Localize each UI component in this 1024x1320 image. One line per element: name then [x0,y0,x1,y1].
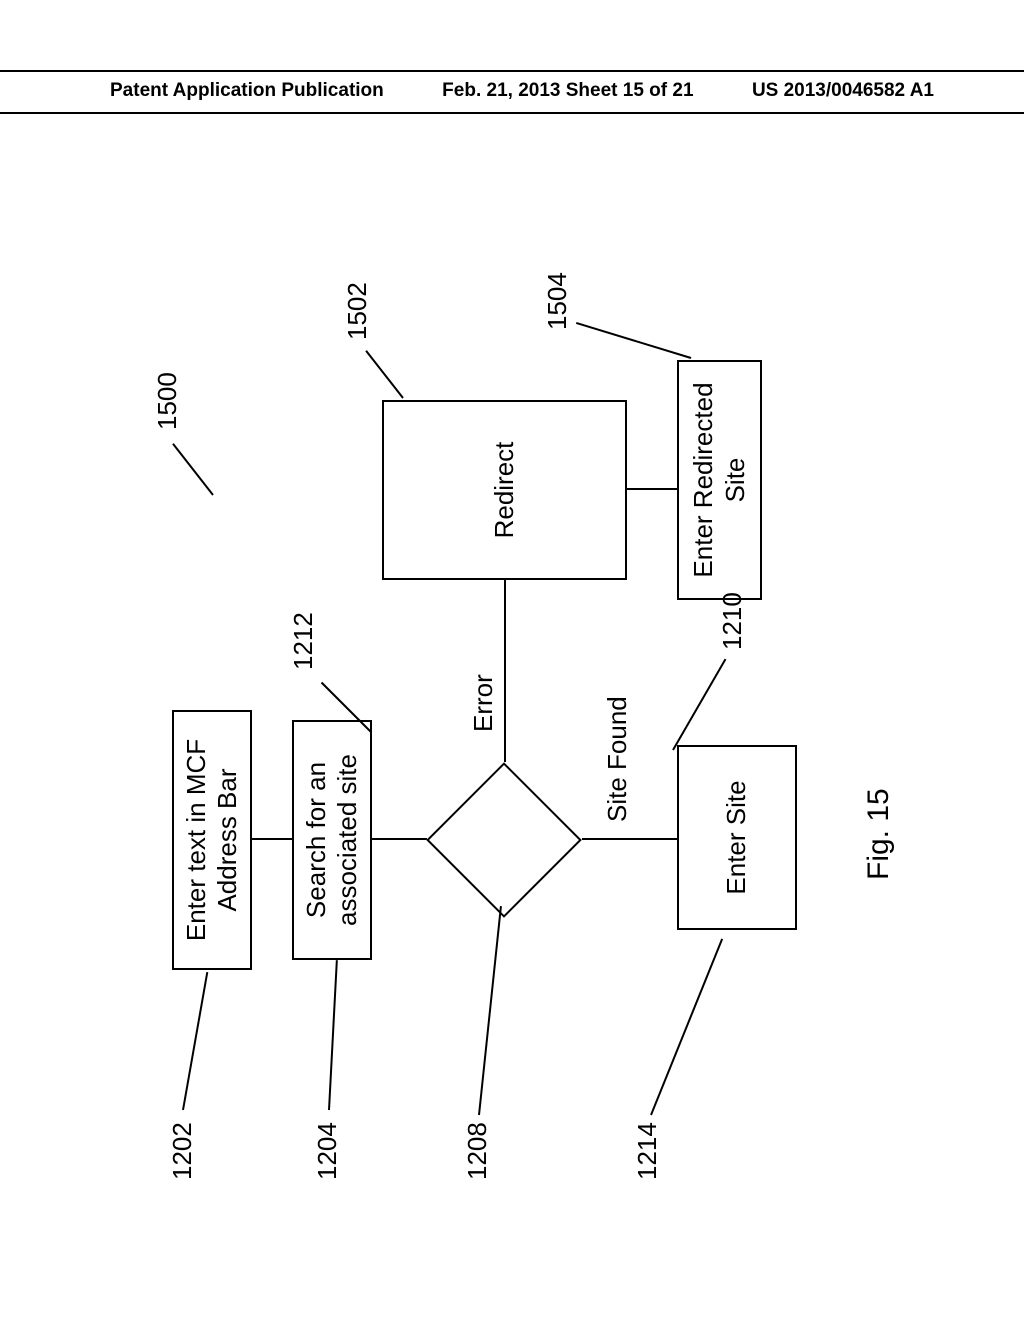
node-search-label: Search for an associated site [301,754,363,926]
figure-canvas: 1500 Enter text in MCF Address Bar 1202 … [112,200,912,1210]
ref-1208: 1208 [462,1122,493,1180]
leader-1504 [576,322,691,359]
node-redirect: Redirect [382,400,627,580]
page-header-row: Patent Application Publication Feb. 21, … [0,72,1024,112]
conn-redirect-down [627,488,677,490]
ref-1500: 1500 [152,372,183,430]
leader-1500 [172,443,214,495]
header-center: Feb. 21, 2013 Sheet 15 of 21 [442,80,693,102]
ref-1504: 1504 [542,272,573,330]
page: Patent Application Publication Feb. 21, … [0,0,1024,1320]
node-enter-redirected: Enter Redirected Site [677,360,762,600]
leader-1502 [365,350,404,399]
conn-a-b [252,838,292,840]
node-redirect-label: Redirect [489,442,520,539]
ref-1214: 1214 [632,1122,663,1180]
ref-1204: 1204 [312,1122,343,1180]
node-enter-redirected-label: Enter Redirected Site [688,382,750,577]
ref-1202: 1202 [167,1122,198,1180]
leader-1202 [182,972,208,1110]
edge-error-label: Error [468,674,499,732]
node-enter-site: Enter Site [677,745,797,930]
page-header: Patent Application Publication Feb. 21, … [0,70,1024,114]
ref-1210: 1210 [717,592,748,650]
leader-1204 [328,960,338,1110]
leader-1208 [478,906,502,1115]
conn-b-c [372,838,427,840]
edge-sitefound-label: Site Found [602,696,633,822]
node-enter-text-label: Enter text in MCF Address Bar [181,739,243,941]
conn-sitefound [582,838,677,840]
conn-error [504,580,506,762]
header-right: US 2013/0046582 A1 [752,80,934,102]
figure-wrap: 1500 Enter text in MCF Address Bar 1202 … [112,200,912,1210]
header-rule [0,112,1024,114]
node-decision [426,762,582,918]
node-enter-site-label: Enter Site [721,780,752,894]
ref-1212: 1212 [288,612,319,670]
figure-caption: Fig. 15 [862,788,896,880]
ref-1502: 1502 [342,282,373,340]
node-search: Search for an associated site [292,720,372,960]
leader-1210 [672,659,726,751]
leader-1214 [650,938,723,1115]
node-enter-text: Enter text in MCF Address Bar [172,710,252,970]
header-left: Patent Application Publication [110,80,384,102]
